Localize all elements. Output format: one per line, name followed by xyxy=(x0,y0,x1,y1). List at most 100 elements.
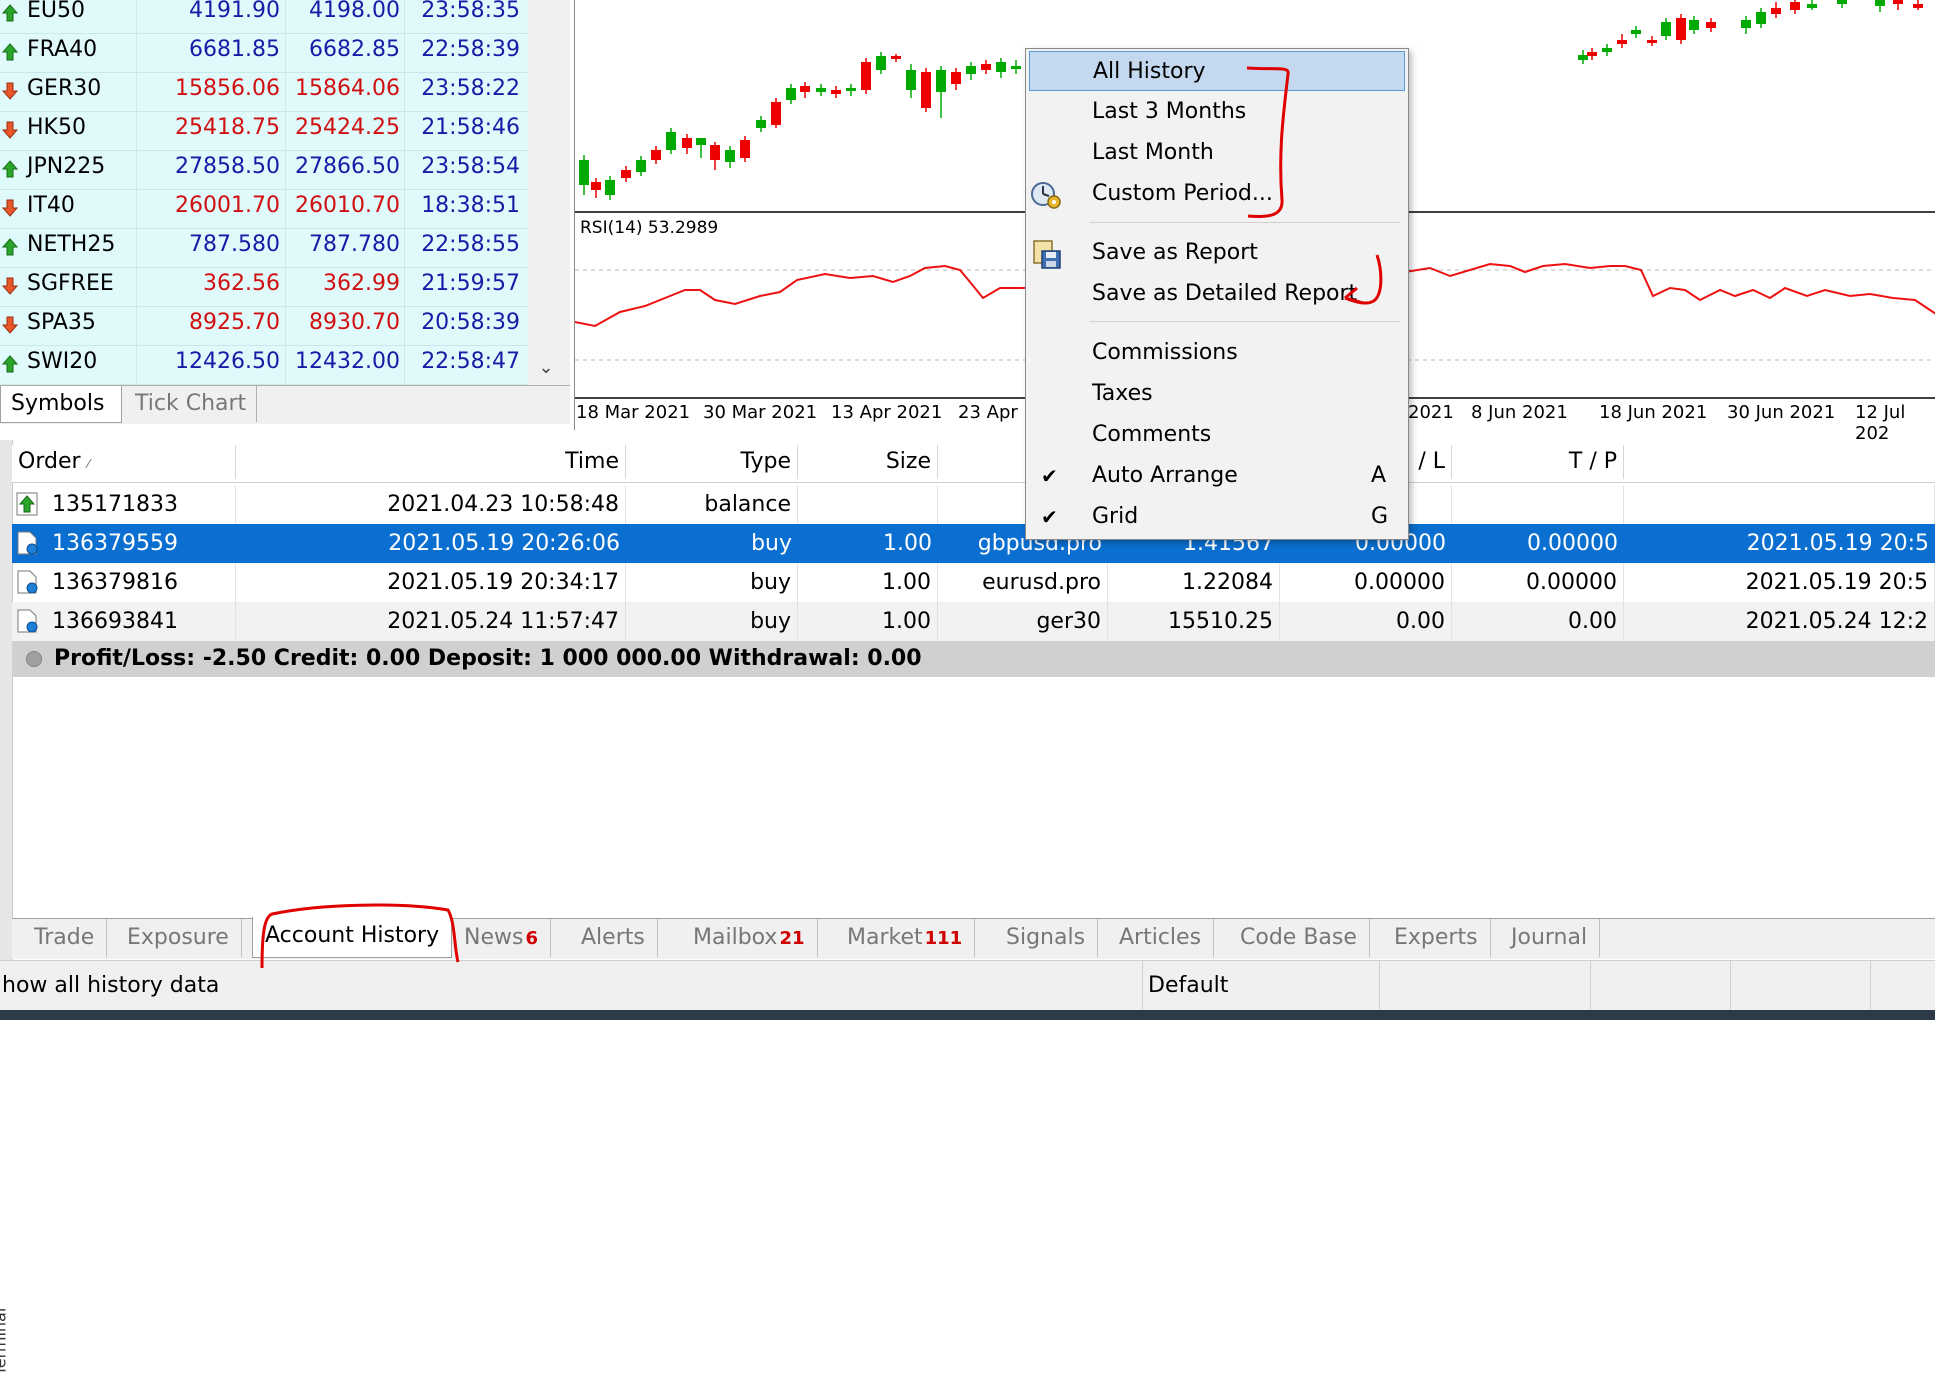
symbol-row[interactable]: SPA35 8925.70 8930.70 20:58:39 xyxy=(0,306,528,346)
history-row[interactable]: 136379559 2021.05.19 20:26:06 buy 1.00 gbpus… xyxy=(12,524,1935,563)
tab-tick-chart[interactable]: Tick Chart xyxy=(125,386,258,422)
tab-symbols[interactable]: Symbols xyxy=(0,386,122,423)
tab-code-base[interactable]: Code Base xyxy=(1228,919,1370,957)
tab-signals[interactable]: Signals xyxy=(994,919,1099,957)
quote-time: 22:58:39 xyxy=(421,37,520,62)
date-axis-label: 2021 xyxy=(1408,402,1454,423)
symbol-row[interactable]: HK50 25418.75 25424.25 21:58:46 xyxy=(0,111,528,151)
header-tp[interactable]: T / P xyxy=(1452,445,1624,479)
candle-body xyxy=(666,132,676,150)
candle-body xyxy=(1689,20,1699,30)
menu-item-comments[interactable]: Comments xyxy=(1026,415,1408,455)
tab-news[interactable]: News 6 xyxy=(452,919,551,957)
candle-body xyxy=(710,145,720,160)
menu-item-save-detailed-report[interactable]: Save as Detailed Report xyxy=(1026,274,1408,314)
history-row[interactable]: 136693841 2021.05.24 11:57:47 buy 1.00 ger30… xyxy=(12,602,1935,641)
rsi-line xyxy=(575,264,1076,328)
bid-price: 787.580 xyxy=(189,232,280,257)
status-cell xyxy=(1590,961,1731,1011)
menu-item-last-3-months[interactable]: Last 3 Months xyxy=(1026,92,1408,132)
symbol-row[interactable]: FRA40 6681.85 6682.85 22:58:39 xyxy=(0,33,528,73)
cell-time: 2021.05.19 20:26:06 xyxy=(388,531,620,556)
symbol-row[interactable]: EU50 4191.90 4198.00 23:58:35 xyxy=(0,0,528,34)
symbol-row[interactable]: IT40 26001.70 26010.70 18:38:51 xyxy=(0,189,528,229)
candle-body xyxy=(966,66,976,74)
menu-item-save-report[interactable]: Save as Report xyxy=(1026,233,1408,273)
candle-body xyxy=(951,72,961,84)
ask-price: 4198.00 xyxy=(309,0,400,23)
candle-body xyxy=(621,170,631,178)
tab-badge: 111 xyxy=(924,928,963,949)
candle-body xyxy=(891,56,901,59)
tab-label: Account History xyxy=(265,923,440,948)
quote-time: 21:58:46 xyxy=(421,115,520,140)
date-axis-label: 12 Jul 202 xyxy=(1855,402,1906,444)
menu-item-taxes[interactable]: Taxes xyxy=(1026,374,1408,414)
history-row[interactable]: 135171833 2021.04.23 10:58:48 balance xyxy=(12,485,1935,524)
symbol-row[interactable]: GER30 15856.06 15864.06 23:58:22 xyxy=(0,72,528,112)
menu-item-grid[interactable]: ✔ Grid G xyxy=(1026,497,1408,537)
cell-tp xyxy=(1452,485,1624,524)
menu-item-commissions[interactable]: Commissions xyxy=(1026,333,1408,373)
candle-body xyxy=(1913,4,1923,8)
header-size[interactable]: Size xyxy=(798,445,938,479)
candle-body xyxy=(605,180,615,195)
date-axis-label: 13 Apr 2021 xyxy=(831,402,943,423)
tab-exposure[interactable]: Exposure xyxy=(115,919,242,957)
cell-order: 136693841 xyxy=(12,602,236,641)
symbol-row[interactable]: JPN225 27858.50 27866.50 23:58:54 xyxy=(0,150,528,190)
tab-trade[interactable]: Trade xyxy=(22,919,108,957)
symbol-name: SWI20 xyxy=(27,349,98,374)
arrow-up-icon xyxy=(2,43,18,61)
candle-body xyxy=(696,138,706,145)
arrow-up-icon xyxy=(2,355,18,373)
scroll-down-icon[interactable]: ⌄ xyxy=(530,350,562,386)
menu-item-last-month[interactable]: Last Month xyxy=(1026,133,1408,173)
tab-journal[interactable]: Journal xyxy=(1499,919,1601,957)
cell-sl: 0.00 xyxy=(1280,602,1452,641)
symbol-name: GER30 xyxy=(27,76,102,101)
cell-price: 1.22084 xyxy=(1108,563,1280,602)
tab-account-history[interactable]: Account History xyxy=(252,917,453,958)
cell-size xyxy=(798,485,938,524)
candle-body xyxy=(1875,0,1885,6)
history-context-menu: All History Last 3 Months Last Month Cus… xyxy=(1025,48,1409,540)
symbol-row[interactable]: SGFREE 362.56 362.99 21:59:57 xyxy=(0,267,528,307)
header-close-time[interactable] xyxy=(1624,445,1935,479)
history-header-row: Order ⁄ Time Type Size S / L T / P xyxy=(12,445,1935,483)
shortcut-key: A xyxy=(1371,463,1387,488)
bid-price: 362.56 xyxy=(203,271,280,296)
tab-market[interactable]: Market 111 xyxy=(835,919,976,957)
header-type[interactable]: Type xyxy=(626,445,798,479)
header-time[interactable]: Time xyxy=(236,445,626,479)
status-cell xyxy=(1380,961,1591,1011)
arrow-up-icon xyxy=(2,160,18,178)
candle-body xyxy=(1790,2,1800,10)
tab-label: Articles xyxy=(1119,925,1202,950)
menu-item-auto-arrange[interactable]: ✔ Auto Arrange A xyxy=(1026,456,1408,496)
quote-time: 23:58:35 xyxy=(421,0,520,23)
symbol-row[interactable]: NETH25 787.580 787.780 22:58:55 xyxy=(0,228,528,268)
symbol-row[interactable]: SWI20 12426.50 12432.00 22:58:47 xyxy=(0,345,528,385)
cell-time: 2021.05.19 20:34:17 xyxy=(236,563,626,602)
history-summary-row: Profit/Loss: -2.50 Credit: 0.00 Deposit:… xyxy=(12,641,1935,677)
bid-price: 6681.85 xyxy=(189,37,280,62)
cell-close-time: 2021.05.19 20:5 xyxy=(1624,563,1935,602)
candle-body xyxy=(771,102,781,125)
cell-size: 1.00 xyxy=(798,563,938,602)
tab-mailbox[interactable]: Mailbox 21 xyxy=(681,919,818,957)
tab-experts[interactable]: Experts xyxy=(1382,919,1491,957)
tab-articles[interactable]: Articles xyxy=(1107,919,1215,957)
ask-price: 6682.85 xyxy=(309,37,400,62)
menu-item-all-history[interactable]: All History xyxy=(1029,51,1405,91)
status-profile: Default xyxy=(1140,961,1380,1011)
tab-alerts[interactable]: Alerts xyxy=(569,919,658,957)
quote-time: 21:59:57 xyxy=(421,271,520,296)
tab-label: Alerts xyxy=(581,925,645,950)
menu-item-custom-period[interactable]: Custom Period... xyxy=(1026,174,1408,214)
symbol-name: SPA35 xyxy=(27,310,96,335)
ask-price: 27866.50 xyxy=(295,154,400,179)
header-order[interactable]: Order ⁄ xyxy=(12,445,236,479)
history-row[interactable]: 136379816 2021.05.19 20:34:17 buy 1.00 eurus… xyxy=(12,563,1935,602)
quote-time: 20:58:39 xyxy=(421,310,520,335)
